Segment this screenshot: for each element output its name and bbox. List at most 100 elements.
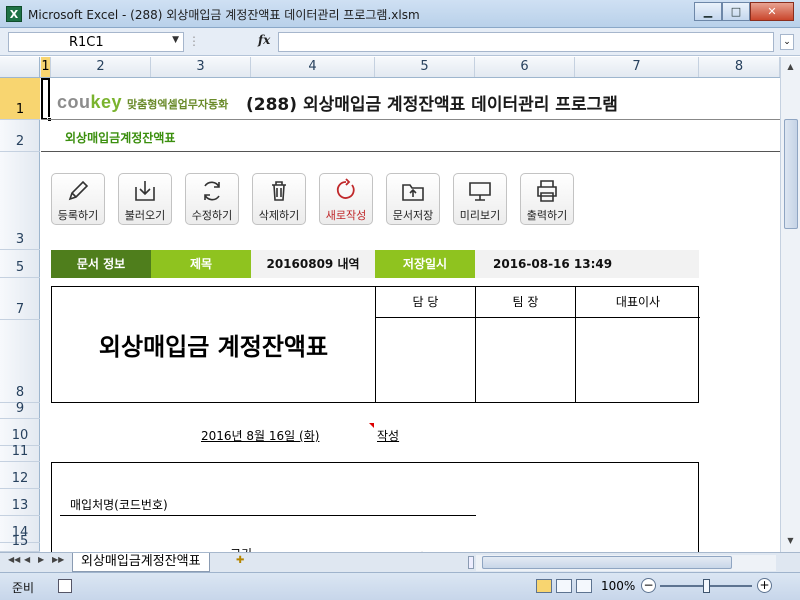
- brand-tagline: 맞춤형엑셀업무자동화: [127, 98, 229, 111]
- zoom-level[interactable]: 100%: [601, 579, 635, 593]
- scroll-down-icon[interactable]: ▼: [783, 533, 798, 548]
- close-button[interactable]: ✕: [750, 2, 794, 21]
- preview-button[interactable]: 미리보기: [453, 173, 507, 225]
- print-button[interactable]: 출력하기: [520, 173, 574, 225]
- brand-logo: coukey: [57, 92, 122, 113]
- action-toolbar: 등록하기 불러오기 수정하기 삭제하기 새로작성 문서저장 미리보기 출력하기: [51, 173, 574, 225]
- vertical-scroll-thumb[interactable]: [784, 119, 798, 229]
- status-bar: 준비 100% − +: [0, 572, 800, 600]
- column-header[interactable]: 2: [51, 57, 151, 77]
- excel-app-icon[interactable]: X: [6, 6, 22, 22]
- column-header[interactable]: 6: [475, 57, 575, 77]
- row-header[interactable]: 3: [0, 152, 40, 250]
- supplier-section: 매입처명(코드번호) 크키 기허: [51, 462, 699, 552]
- save-document-button[interactable]: 문서저장: [386, 173, 440, 225]
- column-header[interactable]: 4: [251, 57, 375, 77]
- row-header[interactable]: 11: [0, 444, 40, 462]
- vertical-scrollbar[interactable]: ▲ ▼: [780, 57, 800, 552]
- approval-column: 대표이사: [576, 287, 700, 402]
- next-sheet-icon[interactable]: ▶: [38, 555, 44, 564]
- row-header[interactable]: 9: [0, 401, 40, 419]
- formula-bar: R1C1 ▼ ⋮ fx ⌄: [0, 28, 800, 56]
- edit-button-label: 수정하기: [191, 209, 233, 222]
- download-icon: [135, 181, 155, 201]
- divider: [41, 119, 780, 120]
- printer-icon: [537, 180, 557, 202]
- approval-box: 외상매입금 계정잔액표 담 당 팀 장 대표이사: [51, 286, 700, 403]
- approval-column: 담 당: [376, 287, 476, 402]
- register-button[interactable]: 등록하기: [51, 173, 105, 225]
- row-header[interactable]: 12: [0, 462, 40, 489]
- row-header[interactable]: 1: [0, 78, 40, 120]
- row-headers: 1 2 3 5 7 8 9 10 11 12 13 14 15: [0, 78, 40, 552]
- approval-header: 담 당: [376, 287, 475, 318]
- insert-function-icon[interactable]: fx: [258, 33, 270, 47]
- status-ready: 준비: [12, 581, 35, 595]
- insert-sheet-icon[interactable]: ✚: [236, 555, 252, 569]
- row-header[interactable]: 13: [0, 489, 40, 516]
- supplier-label: 매입처명(코드번호): [70, 498, 168, 512]
- brand-logo-key: key: [90, 92, 123, 112]
- saved-label: 저장일시: [375, 250, 475, 278]
- title-value[interactable]: 20160809 내역: [251, 250, 375, 278]
- chevron-down-icon[interactable]: ▼: [172, 35, 179, 45]
- page-layout-view-icon[interactable]: [556, 579, 572, 593]
- load-button[interactable]: 불러오기: [118, 173, 172, 225]
- folder-upload-icon: [402, 184, 424, 201]
- print-button-label: 출력하기: [526, 209, 568, 222]
- tab-split-handle[interactable]: [468, 556, 474, 569]
- row-header[interactable]: 5: [0, 250, 40, 278]
- window-title: Microsoft Excel - (288) 외상매입금 계정잔액표 데이터관…: [28, 8, 420, 22]
- column-header[interactable]: 7: [575, 57, 699, 77]
- new-document-button[interactable]: 새로작성: [319, 173, 373, 225]
- document-info-bar: 문서 정보 제목 20160809 내역 저장일시 2016-08-16 13:…: [51, 250, 699, 278]
- prev-sheet-icon[interactable]: ◀: [24, 555, 30, 564]
- divider: [41, 151, 780, 152]
- column-header[interactable]: 3: [151, 57, 251, 77]
- last-sheet-icon[interactable]: ▶▶: [52, 555, 64, 564]
- monitor-icon: [469, 182, 491, 201]
- expand-formula-bar-icon[interactable]: ⌄: [780, 34, 794, 50]
- approval-header: 팀 장: [476, 287, 575, 318]
- minimize-button[interactable]: ▁: [694, 2, 722, 21]
- register-button-label: 등록하기: [57, 209, 99, 222]
- view-switcher: [536, 579, 592, 593]
- worksheet[interactable]: coukey 맞춤형엑셀업무자동화 (288) 외상매입금 계정잔액표 데이터관…: [41, 78, 780, 552]
- preview-button-label: 미리보기: [459, 209, 501, 222]
- row-header[interactable]: 15: [0, 534, 40, 552]
- window-controls: ▁ □ ✕: [694, 2, 794, 21]
- save-document-button-label: 문서저장: [392, 209, 434, 222]
- row-header[interactable]: 7: [0, 278, 40, 320]
- column-header[interactable]: 1: [41, 57, 51, 77]
- normal-view-icon[interactable]: [536, 579, 552, 593]
- macro-record-icon[interactable]: [58, 579, 72, 593]
- row-header[interactable]: 2: [0, 120, 40, 152]
- horizontal-scrollbar[interactable]: [476, 555, 776, 571]
- zoom-slider-thumb[interactable]: [702, 579, 710, 593]
- sheet-subtitle: 외상매입금계정잔액표: [65, 131, 176, 145]
- saved-datetime: 2016-08-16 13:49: [493, 257, 613, 271]
- horizontal-scroll-thumb[interactable]: [482, 556, 732, 569]
- row-header[interactable]: 8: [0, 320, 40, 403]
- name-box[interactable]: R1C1 ▼: [8, 32, 184, 52]
- select-all-corner[interactable]: [0, 57, 40, 77]
- scroll-up-icon[interactable]: ▲: [783, 59, 798, 74]
- edit-button[interactable]: 수정하기: [185, 173, 239, 225]
- formula-input[interactable]: [278, 32, 774, 52]
- delete-button[interactable]: 삭제하기: [252, 173, 306, 225]
- write-date[interactable]: 2016년 8월 16일 (화): [201, 427, 319, 444]
- row-header[interactable]: 10: [0, 419, 40, 446]
- sheet-tab-active[interactable]: 외상매입금계정잔액표: [72, 553, 210, 572]
- active-cell[interactable]: [41, 78, 50, 120]
- document-title: (288) 외상매입금 계정잔액표 데이터관리 프로그램: [246, 95, 618, 115]
- column-header[interactable]: 5: [375, 57, 475, 77]
- page-break-view-icon[interactable]: [576, 579, 592, 593]
- column-header[interactable]: 8: [699, 57, 780, 77]
- supplier-underline: [60, 515, 476, 516]
- zoom-in-button[interactable]: +: [757, 578, 772, 593]
- partial-cell-text: 크키: [230, 545, 252, 552]
- zoom-out-button[interactable]: −: [641, 578, 656, 593]
- new-doc-icon: [336, 178, 355, 199]
- first-sheet-icon[interactable]: ◀◀: [8, 555, 20, 564]
- maximize-button[interactable]: □: [722, 2, 750, 21]
